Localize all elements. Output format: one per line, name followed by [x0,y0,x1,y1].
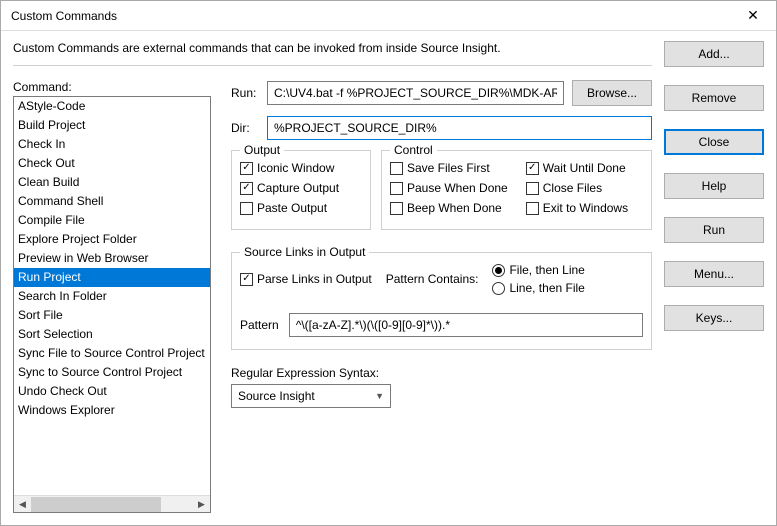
list-item[interactable]: Preview in Web Browser [14,249,210,268]
source-links-group: Source Links in Output Parse Links in Ou… [231,252,652,350]
divider [13,65,652,66]
list-item[interactable]: Compile File [14,211,210,230]
paste-output-label: Paste Output [257,201,327,215]
run-button[interactable]: Run [664,217,764,243]
beep-label: Beep When Done [407,201,502,215]
control-legend: Control [390,143,437,157]
file-then-line-label: File, then Line [509,263,584,277]
regex-syntax-label: Regular Expression Syntax: [231,366,652,380]
beep-checkbox[interactable] [390,202,403,215]
pattern-contains-label: Pattern Contains: [386,272,479,286]
list-item[interactable]: Sync to Source Control Project [14,363,210,382]
parse-links-checkbox[interactable] [240,273,253,286]
control-group: Control Save Files First Pause When Done… [381,150,652,230]
iconic-window-checkbox[interactable] [240,162,253,175]
list-item[interactable]: Build Project [14,116,210,135]
remove-button[interactable]: Remove [664,85,764,111]
scroll-right-icon[interactable]: ▶ [193,496,210,513]
regex-syntax-value: Source Insight [238,389,315,403]
list-item[interactable]: Explore Project Folder [14,230,210,249]
line-then-file-radio[interactable] [492,282,505,295]
run-input[interactable] [267,81,564,105]
scroll-thumb[interactable] [31,497,161,512]
window-title: Custom Commands [11,9,730,23]
list-item[interactable]: AStyle-Code [14,97,210,116]
capture-output-label: Capture Output [257,181,339,195]
parse-links-label: Parse Links in Output [257,272,372,286]
list-item[interactable]: Sort File [14,306,210,325]
browse-button[interactable]: Browse... [572,80,652,106]
exit-label: Exit to Windows [543,201,628,215]
horizontal-scrollbar[interactable]: ◀ ▶ [14,495,210,512]
list-item[interactable]: Search In Folder [14,287,210,306]
capture-output-checkbox[interactable] [240,182,253,195]
regex-syntax-select[interactable]: Source Insight ▼ [231,384,391,408]
close-icon[interactable]: ✕ [730,1,776,31]
keys-button[interactable]: Keys... [664,305,764,331]
run-label: Run: [231,86,259,100]
list-item[interactable]: Run Project [14,268,210,287]
line-then-file-label: Line, then File [509,281,584,295]
pattern-input[interactable] [289,313,643,337]
custom-commands-dialog: Custom Commands ✕ Custom Commands are ex… [0,0,777,526]
close-files-checkbox[interactable] [526,182,539,195]
command-listbox[interactable]: AStyle-CodeBuild ProjectCheck InCheck Ou… [13,96,211,513]
close-files-label: Close Files [543,181,602,195]
list-item[interactable]: Sort Selection [14,325,210,344]
scroll-left-icon[interactable]: ◀ [14,496,31,513]
pause-label: Pause When Done [407,181,508,195]
wait-checkbox[interactable] [526,162,539,175]
intro-text: Custom Commands are external commands th… [13,41,652,55]
list-item[interactable]: Command Shell [14,192,210,211]
list-item[interactable]: Windows Explorer [14,401,210,420]
titlebar: Custom Commands ✕ [1,1,776,31]
chevron-down-icon: ▼ [375,391,384,401]
file-then-line-radio[interactable] [492,264,505,277]
list-item[interactable]: Undo Check Out [14,382,210,401]
pause-checkbox[interactable] [390,182,403,195]
output-legend: Output [240,143,284,157]
source-links-legend: Source Links in Output [240,245,369,259]
list-item[interactable]: Clean Build [14,173,210,192]
list-item[interactable]: Check In [14,135,210,154]
add-button[interactable]: Add... [664,41,764,67]
menu-button[interactable]: Menu... [664,261,764,287]
exit-checkbox[interactable] [526,202,539,215]
save-files-label: Save Files First [407,161,490,175]
paste-output-checkbox[interactable] [240,202,253,215]
wait-label: Wait Until Done [543,161,626,175]
iconic-window-label: Iconic Window [257,161,334,175]
pattern-label: Pattern [240,318,279,332]
list-item[interactable]: Sync File to Source Control Project [14,344,210,363]
list-item[interactable]: Check Out [14,154,210,173]
command-label: Command: [13,80,211,94]
close-button[interactable]: Close [664,129,764,155]
save-files-checkbox[interactable] [390,162,403,175]
help-button[interactable]: Help [664,173,764,199]
dir-label: Dir: [231,121,259,135]
output-group: Output Iconic Window Capture Output Past… [231,150,371,230]
dir-input[interactable] [267,116,652,140]
